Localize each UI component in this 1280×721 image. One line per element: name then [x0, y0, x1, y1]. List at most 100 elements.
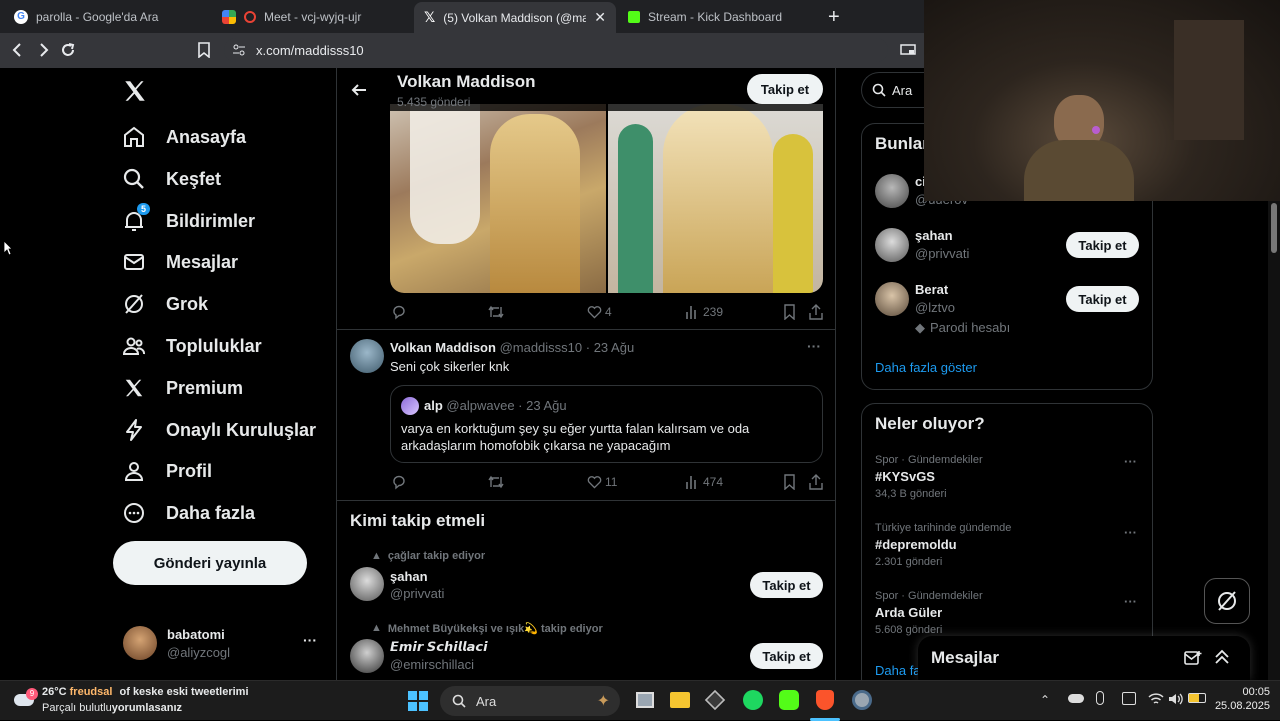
back-arrow-icon[interactable] — [10, 42, 26, 58]
clock[interactable]: 00:05 25.08.2025 — [1214, 686, 1270, 712]
bookmark-icon[interactable] — [783, 304, 796, 320]
show-more-link[interactable]: Daha fa — [875, 663, 921, 678]
nav-more[interactable]: Daha fazla — [120, 493, 255, 533]
share-icon[interactable] — [809, 474, 823, 490]
address-bar[interactable]: x.com/maddisss10 — [224, 38, 888, 62]
tab-x-profile[interactable]: 𝕏 (5) Volkan Maddison (@maddiss ✕ — [414, 2, 616, 33]
tweet-author-name[interactable]: Volkan Maddison — [390, 340, 496, 355]
messages-drawer[interactable]: Mesajlar — [918, 636, 1250, 680]
grok-floating-button[interactable] — [1204, 578, 1250, 624]
tweet-author-line: Volkan Maddison @maddisss10 · 23 Ağu — [390, 340, 634, 355]
wifi-icon[interactable] — [1148, 692, 1164, 706]
nav-explore[interactable]: Keşfet — [120, 159, 221, 199]
cast-icon[interactable] — [900, 44, 916, 56]
search-box[interactable]: Ara — [861, 72, 924, 108]
tweet-date[interactable]: · 23 Ağu — [586, 340, 634, 355]
reply-icon[interactable] — [391, 304, 407, 320]
nav-verified-orgs[interactable]: Onaylı Kuruluşlar — [120, 410, 316, 450]
scrollbar-thumb[interactable] — [1271, 203, 1277, 253]
tab-meet[interactable]: Meet - vcj-wyjq-ujr — [212, 0, 412, 33]
onedrive-icon[interactable] — [1068, 694, 1084, 703]
share-icon[interactable] — [809, 304, 823, 320]
media-image-left[interactable] — [390, 104, 606, 293]
weather-icon[interactable]: 9 — [14, 688, 38, 712]
settings-gear-icon[interactable] — [852, 690, 872, 710]
like-icon[interactable] — [587, 305, 602, 319]
avatar[interactable] — [875, 282, 909, 316]
nav-messages[interactable]: Mesajlar — [120, 242, 238, 282]
task-view-icon[interactable] — [636, 692, 654, 708]
app-icon[interactable] — [704, 689, 726, 711]
tab-google-search[interactable]: G parolla - Google'da Ara — [4, 0, 210, 33]
media-image-right[interactable] — [607, 104, 823, 293]
show-more-link[interactable]: Daha fazla göster — [875, 360, 977, 375]
nav-communities[interactable]: Topluluklar — [120, 326, 262, 366]
clipboard-icon[interactable] — [1122, 692, 1136, 705]
reload-icon[interactable] — [60, 42, 76, 58]
follow-button[interactable]: Takip et — [1066, 286, 1139, 312]
nav-grok[interactable]: Grok — [120, 284, 208, 324]
bookmark-icon[interactable] — [783, 474, 796, 490]
more-icon[interactable]: ··· — [807, 338, 821, 354]
like-icon[interactable] — [587, 475, 602, 489]
file-explorer-icon[interactable] — [670, 692, 690, 708]
new-tab-button[interactable]: + — [828, 6, 840, 29]
suggested-user-name[interactable]: Berat — [915, 282, 948, 297]
suggested-user-name[interactable]: şahan — [915, 228, 953, 243]
volume-icon[interactable] — [1168, 692, 1184, 706]
microphone-icon[interactable] — [1096, 691, 1104, 705]
views-icon[interactable] — [685, 474, 699, 490]
reply-icon[interactable] — [391, 474, 407, 490]
suggested-user-name[interactable]: şahan — [390, 569, 428, 584]
chevrons-up-icon[interactable] — [1214, 649, 1230, 665]
kick-app-icon[interactable] — [779, 690, 799, 710]
page-scrollbar[interactable] — [1268, 201, 1280, 680]
close-tab-icon[interactable]: ✕ — [594, 9, 606, 26]
nav-home[interactable]: Anasayfa — [120, 117, 246, 157]
bookmark-page-icon[interactable] — [197, 42, 211, 58]
spotify-icon[interactable] — [743, 690, 763, 710]
x-logo-icon[interactable] — [122, 78, 148, 104]
trend-name: Arda Güler — [875, 605, 943, 620]
nav-notifications[interactable]: 5 Bildirimler — [120, 201, 255, 241]
battery-icon[interactable] — [1188, 693, 1206, 703]
nav-label: Bildirimler — [166, 210, 256, 231]
trend-item[interactable]: Türkiye tarihinde gündemde #depremoldu 2… — [875, 522, 1011, 568]
avatar[interactable] — [875, 228, 909, 262]
nav-premium[interactable]: Premium — [120, 368, 243, 408]
quoted-tweet[interactable]: alp @alpwavee · 23 Ağu varya en korktuğu… — [390, 385, 823, 463]
post-button[interactable]: Gönderi yayınla — [113, 541, 307, 585]
taskbar-search[interactable]: Ara ✦ — [440, 686, 620, 716]
site-settings-icon[interactable] — [232, 43, 246, 57]
back-arrow-icon[interactable] — [351, 82, 367, 98]
suggested-user-name[interactable]: 𝙀𝙢𝙞𝙧 𝙎𝙘𝙝𝙞𝙡𝙡𝙖𝙘𝙞 — [390, 639, 488, 655]
tweet-author-handle[interactable]: @maddisss10 — [500, 340, 583, 355]
avatar[interactable] — [350, 639, 384, 673]
chevron-up-icon[interactable]: ⌃ — [1040, 693, 1050, 707]
retweet-icon[interactable] — [487, 304, 505, 320]
tweet-media[interactable] — [390, 104, 823, 293]
weather-widget[interactable]: 26°C freudsal of keske eski tweetlerimi — [42, 686, 249, 698]
more-icon[interactable]: ··· — [303, 632, 317, 648]
follow-button[interactable]: Takip et — [1066, 232, 1139, 258]
windows-start-icon[interactable] — [408, 691, 428, 711]
forward-arrow-icon[interactable] — [35, 42, 51, 58]
follow-button[interactable]: Takip et — [750, 643, 823, 669]
follow-button[interactable]: Takip et — [750, 572, 823, 598]
account-switcher[interactable]: babatomi @aliyzcogl ··· — [115, 620, 325, 666]
new-message-icon[interactable] — [1184, 650, 1202, 666]
nav-profile[interactable]: Profil — [120, 451, 212, 491]
trend-item[interactable]: Spor · Gündemdekiler #KYSvGS 34,3 B gönd… — [875, 454, 983, 500]
trend-item[interactable]: Spor · Gündemdekiler Arda Güler 5.608 gö… — [875, 590, 983, 636]
avatar[interactable] — [350, 567, 384, 601]
more-icon[interactable]: ··· — [1124, 594, 1137, 609]
retweet-icon[interactable] — [487, 474, 505, 490]
avatar[interactable] — [875, 174, 909, 208]
follow-button[interactable]: Takip et — [747, 74, 823, 104]
tab-kick[interactable]: Stream - Kick Dashboard — [618, 0, 818, 33]
views-icon[interactable] — [685, 304, 699, 320]
more-icon[interactable]: ··· — [1124, 525, 1137, 540]
brave-browser-icon[interactable] — [816, 690, 834, 710]
avatar[interactable] — [350, 339, 384, 373]
more-icon[interactable]: ··· — [1124, 454, 1137, 469]
